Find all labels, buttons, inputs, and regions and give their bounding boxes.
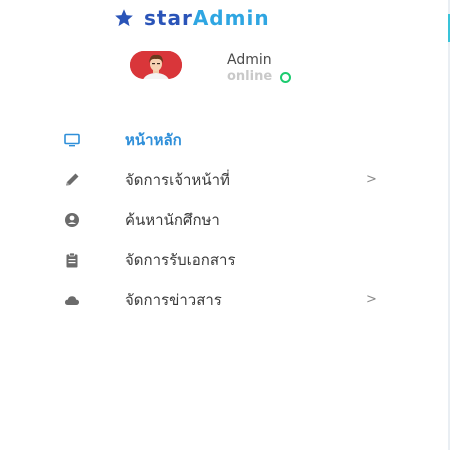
sidebar-item-manage-documents[interactable]: จัดการรับเอกสาร bbox=[0, 240, 450, 280]
sidebar-item-manage-staff[interactable]: จัดการเจ้าหน้าที่ > bbox=[0, 160, 450, 200]
profile-status-text: online bbox=[227, 69, 273, 84]
avatar-image bbox=[130, 51, 182, 79]
sidebar-item-label: จัดการเจ้าหน้าที่ bbox=[125, 171, 230, 189]
sidebar-item-search-students[interactable]: ค้นหานักศึกษา bbox=[0, 200, 450, 240]
brand-name-admin: Admin bbox=[192, 6, 270, 30]
star-icon bbox=[115, 9, 133, 27]
sidebar-item-home[interactable]: หน้าหลัก bbox=[0, 120, 450, 160]
online-status-dot bbox=[280, 71, 292, 83]
profile-name: Admin bbox=[227, 52, 272, 68]
sidebar-menu: หน้าหลัก จัดการเจ้าหน้าที่ > ค้นหานักศึก… bbox=[0, 120, 450, 320]
pencil-icon bbox=[66, 173, 79, 186]
sidebar-item-label: ค้นหานักศึกษา bbox=[125, 211, 220, 229]
sidebar-item-label: หน้าหลัก bbox=[125, 131, 182, 149]
sidebar-item-label: จัดการข่าวสาร bbox=[125, 291, 222, 309]
sidebar-item-label: จัดการรับเอกสาร bbox=[125, 251, 236, 269]
brand-name-star: star bbox=[144, 6, 193, 30]
chevron-right-icon: > bbox=[366, 292, 377, 307]
avatar[interactable] bbox=[130, 51, 182, 79]
monitor-icon bbox=[64, 133, 80, 147]
clipboard-icon bbox=[66, 252, 78, 268]
brand-logo[interactable]: starAdmin bbox=[114, 6, 270, 30]
cloud-icon bbox=[64, 296, 80, 305]
brand-name: starAdmin bbox=[144, 6, 270, 30]
profile-status: online bbox=[227, 69, 292, 85]
chevron-right-icon: > bbox=[366, 172, 377, 187]
sidebar-panel: starAdmin Admin online หน้าหลัก จัดการเจ… bbox=[0, 0, 450, 450]
sidebar-item-manage-news[interactable]: จัดการข่าวสาร > bbox=[0, 280, 450, 320]
user-circle-icon bbox=[65, 213, 79, 227]
